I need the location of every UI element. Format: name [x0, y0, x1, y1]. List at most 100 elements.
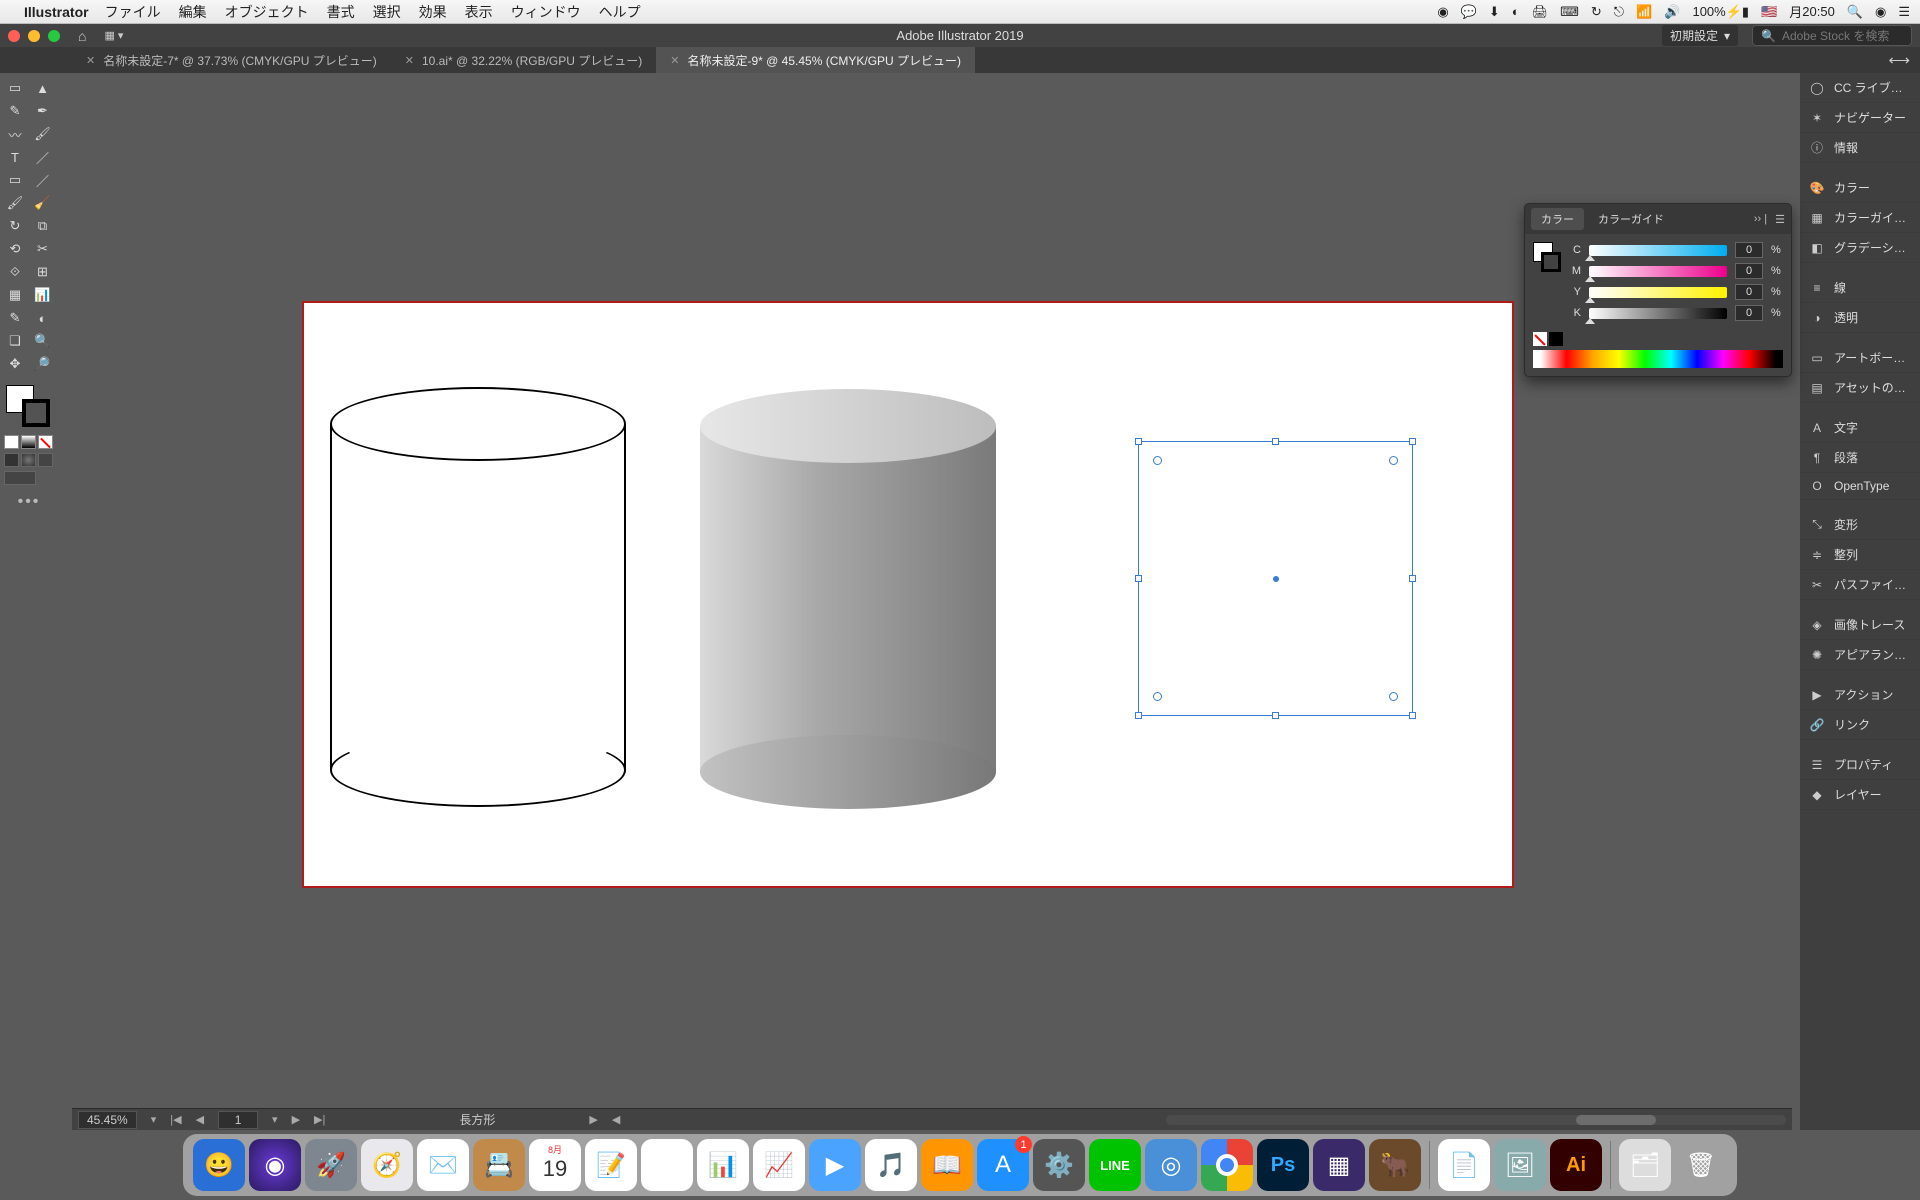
dock-safari[interactable]: 🧭: [361, 1139, 413, 1191]
chip-none[interactable]: [1533, 332, 1547, 346]
dock-app2[interactable]: 🐂: [1369, 1139, 1421, 1191]
menubar-bt-icon[interactable]: ⎋: [1614, 4, 1624, 20]
tool-23[interactable]: 🔍: [30, 330, 56, 352]
panel-row-5[interactable]: ▦カラーガイ…: [1800, 203, 1920, 233]
dock-settings[interactable]: ⚙️: [1033, 1139, 1085, 1191]
channel-value-M[interactable]: 0: [1735, 263, 1763, 279]
arrange-docs-button[interactable]: ▦ ▾: [104, 29, 123, 42]
mode-none[interactable]: [38, 435, 53, 449]
channel-slider-M[interactable]: [1589, 266, 1727, 277]
dock-illustrator[interactable]: Ai: [1550, 1139, 1602, 1191]
panel-row-26[interactable]: 🔗リンク: [1800, 710, 1920, 740]
tool-12[interactable]: ↻: [2, 215, 28, 237]
menubar-wifi-icon[interactable]: 📶: [1636, 4, 1652, 20]
tool-24[interactable]: ✥: [2, 353, 28, 375]
menubar-spotlight-icon[interactable]: 🔍: [1847, 4, 1863, 20]
panel-row-18[interactable]: ⤡変形: [1800, 510, 1920, 540]
channel-slider-K[interactable]: [1589, 308, 1727, 319]
screenmode-full[interactable]: [21, 453, 36, 467]
panel-row-11[interactable]: ▭アートボー…: [1800, 343, 1920, 373]
dock-appstore[interactable]: A1: [977, 1139, 1029, 1191]
panel-menu-icon[interactable]: ☰: [1775, 213, 1785, 226]
tool-25[interactable]: 🔎: [30, 353, 56, 375]
dock-contacts[interactable]: 📇: [473, 1139, 525, 1191]
tool-11[interactable]: 🧹: [30, 192, 56, 214]
menubar-keyboard-icon[interactable]: ⌨: [1560, 4, 1579, 20]
tool-7[interactable]: ／: [30, 146, 56, 168]
window-close-button[interactable]: [8, 30, 20, 42]
mode-color[interactable]: [4, 435, 19, 449]
dock-maps[interactable]: 🗺: [641, 1139, 693, 1191]
toolbox-more[interactable]: •••: [0, 493, 58, 511]
tool-21[interactable]: ◐: [30, 307, 56, 329]
dock-notes[interactable]: 📝: [585, 1139, 637, 1191]
panel-row-0[interactable]: ◯CC ライブ…: [1800, 73, 1920, 103]
dock-keynote2[interactable]: ▶: [809, 1139, 861, 1191]
artboard-last-icon[interactable]: ▶|: [314, 1113, 325, 1126]
dock-app1[interactable]: ▦: [1313, 1139, 1365, 1191]
close-icon[interactable]: ✕: [670, 54, 679, 67]
tool-5[interactable]: 🖌: [30, 123, 56, 145]
document-tab-2[interactable]: ✕名称未設定-9* @ 45.45% (CMYK/GPU プレビュー): [656, 47, 975, 73]
tool-10[interactable]: 🖌: [2, 192, 28, 214]
tool-2[interactable]: ✎: [2, 100, 28, 122]
menu-select[interactable]: 選択: [373, 2, 401, 22]
dock-itunes[interactable]: 🎵: [865, 1139, 917, 1191]
menubar-rec-icon[interactable]: ◉: [1437, 4, 1448, 20]
panel-row-28[interactable]: ☰プロパティ: [1800, 750, 1920, 780]
menu-file[interactable]: ファイル: [105, 2, 161, 22]
hscrollbar[interactable]: [1166, 1115, 1786, 1125]
menubar-battery[interactable]: 100% ⚡▮: [1692, 4, 1749, 20]
artboard-prev-icon[interactable]: ◀: [196, 1113, 204, 1126]
dock-trash[interactable]: 🗑: [1675, 1139, 1727, 1191]
document-tab-0[interactable]: ✕名称未設定-7* @ 37.73% (CMYK/GPU プレビュー): [72, 47, 391, 73]
panel-row-9[interactable]: ◑透明: [1800, 303, 1920, 333]
tabbar-expand-icon[interactable]: ⟷: [1878, 47, 1920, 73]
status-back-icon[interactable]: ◀: [612, 1113, 620, 1126]
dock-line[interactable]: LINE: [1089, 1139, 1141, 1191]
tool-15[interactable]: ✂: [30, 238, 56, 260]
tool-9[interactable]: ／: [30, 169, 56, 191]
panel-row-15[interactable]: ¶段落: [1800, 443, 1920, 473]
tool-14[interactable]: ⟲: [2, 238, 28, 260]
menubar-input-lang[interactable]: 🇺🇸: [1761, 4, 1777, 20]
menubar-volume-icon[interactable]: 🔊: [1664, 4, 1680, 20]
panel-row-16[interactable]: OOpenType: [1800, 473, 1920, 500]
tool-0[interactable]: ▭: [2, 77, 28, 99]
color-panel-tab-guide[interactable]: カラーガイド: [1588, 208, 1674, 230]
artboard-menu-icon[interactable]: ▾: [272, 1113, 278, 1126]
dock-calendar[interactable]: 8月19: [529, 1139, 581, 1191]
panel-row-8[interactable]: ≡線: [1800, 273, 1920, 303]
dock-siri[interactable]: ◉: [249, 1139, 301, 1191]
tool-18[interactable]: ▦: [2, 284, 28, 306]
adobe-stock-search[interactable]: 🔍Adobe Stock を検索: [1752, 25, 1912, 46]
dock-numbers[interactable]: 📈: [753, 1139, 805, 1191]
channel-value-Y[interactable]: 0: [1735, 284, 1763, 300]
chip-black[interactable]: [1549, 332, 1563, 346]
tool-13[interactable]: ⧉: [30, 215, 56, 237]
menu-effect[interactable]: 効果: [419, 2, 447, 22]
color-spectrum[interactable]: [1533, 350, 1783, 368]
screenmode-pres[interactable]: [38, 453, 53, 467]
panel-row-1[interactable]: ✶ナビゲーター: [1800, 103, 1920, 133]
menubar-timemachine-icon[interactable]: ↻: [1591, 4, 1602, 20]
zoom-menu-icon[interactable]: ▾: [151, 1113, 157, 1126]
menu-window[interactable]: ウィンドウ: [511, 2, 581, 22]
panel-row-4[interactable]: 🎨カラー: [1800, 173, 1920, 203]
panel-collapse-icon[interactable]: ›› |: [1754, 213, 1767, 226]
tool-6[interactable]: T: [2, 146, 28, 168]
window-minimize-button[interactable]: [28, 30, 40, 42]
tool-20[interactable]: ✎: [2, 307, 28, 329]
home-button[interactable]: ⌂: [78, 28, 86, 44]
panel-row-2[interactable]: ⓘ情報: [1800, 133, 1920, 163]
dock-textedit[interactable]: 📄: [1438, 1139, 1490, 1191]
panel-row-14[interactable]: A文字: [1800, 413, 1920, 443]
menubar-dropbox-icon[interactable]: ⬇: [1489, 4, 1500, 20]
app-name[interactable]: Illustrator: [24, 4, 89, 20]
window-zoom-button[interactable]: [48, 30, 60, 42]
menubar-cc-icon[interactable]: ◐: [1512, 4, 1520, 19]
color-panel-tab-color[interactable]: カラー: [1531, 208, 1584, 230]
tool-22[interactable]: ❏: [2, 330, 28, 352]
menubar-chat-icon[interactable]: 💬: [1461, 4, 1477, 20]
channel-slider-C[interactable]: [1589, 245, 1727, 256]
